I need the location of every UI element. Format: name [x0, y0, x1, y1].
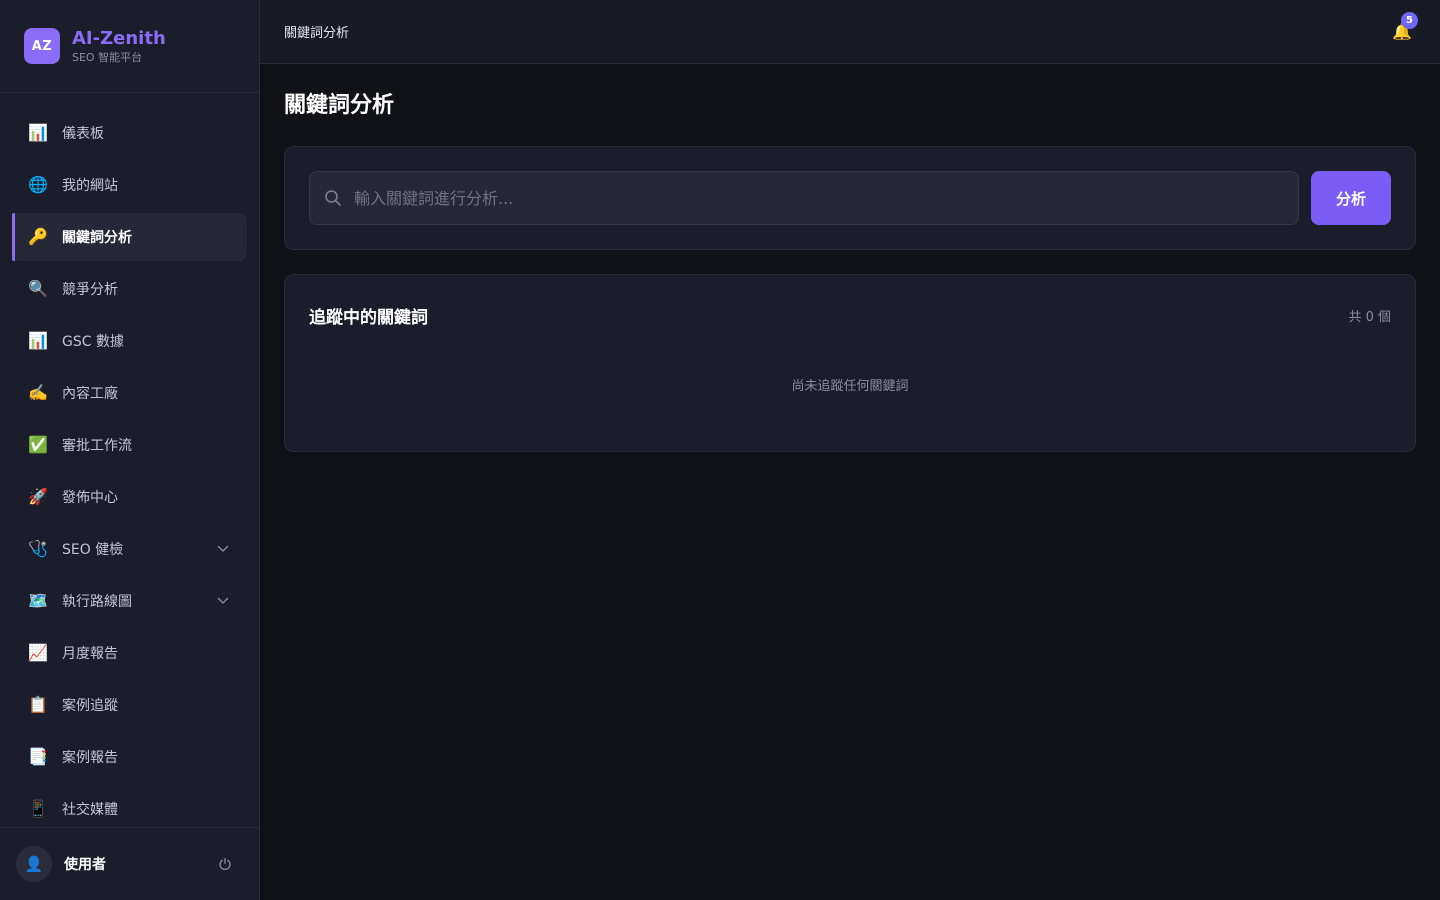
key-icon: 🔑	[28, 227, 48, 246]
brand-text: AI-Zenith SEO 智能平台	[72, 28, 166, 65]
tracked-header: 追蹤中的關鍵詞 共 0 個	[309, 275, 1391, 355]
empty-state-text: 尚未追蹤任何關鍵詞	[791, 379, 909, 394]
user-bar: 👤 使用者	[0, 827, 259, 900]
sidebar-item[interactable]: 📋 案例追蹤	[12, 681, 247, 729]
search-box[interactable]	[309, 171, 1299, 225]
sidebar-item-label: 案例報告	[62, 750, 118, 766]
main-area: 關鍵詞分析 🔔 5 關鍵詞分析 分析	[260, 0, 1440, 900]
notification-badge: 5	[1401, 11, 1418, 29]
sidebar-item-label: 社交媒體	[62, 802, 118, 818]
stethoscope-icon: 🩺	[28, 539, 48, 558]
topbar: 關鍵詞分析 🔔 5	[260, 0, 1440, 64]
rocket-icon: 🚀	[28, 487, 48, 506]
bookmark-tabs-icon: 📑	[28, 747, 48, 766]
breadcrumb: 關鍵詞分析	[284, 26, 350, 41]
brand-logo: AZ	[24, 28, 60, 64]
avatar[interactable]: 👤	[16, 846, 52, 882]
sidebar-item-label: GSC 數據	[62, 334, 124, 350]
notification-button[interactable]: 🔔 5	[1388, 11, 1418, 46]
sidebar-item-label: 內容工廠	[62, 386, 118, 402]
bar-chart-icon: 📊	[28, 331, 48, 350]
sidebar-item[interactable]: 📑 案例報告	[12, 733, 247, 781]
sidebar-item[interactable]: 🚀 發佈中心	[12, 473, 247, 521]
sidebar-item[interactable]: 🗺️ 執行路線圖	[12, 577, 247, 625]
sidebar-item[interactable]: ✅ 審批工作流	[12, 421, 247, 469]
sidebar-item-label: 審批工作流	[62, 438, 132, 454]
analyze-button[interactable]: 分析	[1311, 171, 1391, 225]
tracked-keywords-card: 追蹤中的關鍵詞 共 0 個 尚未追蹤任何關鍵詞	[284, 274, 1416, 452]
sidebar-item[interactable]: 🔑 關鍵詞分析	[12, 213, 247, 261]
writing-hand-icon: ✍️	[28, 383, 48, 402]
search-input[interactable]	[354, 188, 1284, 208]
clipboard-icon: 📋	[28, 695, 48, 714]
globe-icon: 🌐	[28, 175, 48, 194]
sidebar-nav: 📊 儀表板 🌐 我的網站 🔑 關鍵詞分析 🔍 競爭分析 📊 GSC 數據 ✍️ 內容工廠 ✅ 審批工作流 🚀…	[0, 93, 259, 827]
check-mark-icon: ✅	[28, 435, 48, 454]
sidebar-item[interactable]: 🌐 我的網站	[12, 161, 247, 209]
sidebar-item-label: 執行路線圖	[62, 594, 132, 610]
sidebar-item[interactable]: 📱 社交媒體	[12, 785, 247, 827]
search-icon	[324, 189, 342, 207]
sidebar-item[interactable]: 📊 儀表板	[12, 109, 247, 157]
sidebar-item[interactable]: ✍️ 內容工廠	[12, 369, 247, 417]
sidebar-item[interactable]: 📊 GSC 數據	[12, 317, 247, 365]
brand[interactable]: AZ AI-Zenith SEO 智能平台	[0, 0, 259, 93]
magnifier-icon: 🔍	[28, 279, 48, 298]
sidebar-item-label: 競爭分析	[62, 282, 118, 298]
sidebar-item-label: 月度報告	[62, 646, 118, 662]
sidebar: AZ AI-Zenith SEO 智能平台 📊 儀表板 🌐 我的網站 🔑 關鍵詞分析 🔍 競爭…	[0, 0, 260, 900]
app-root: AZ AI-Zenith SEO 智能平台 📊 儀表板 🌐 我的網站 🔑 關鍵詞分析 🔍 競爭…	[0, 0, 1440, 900]
sidebar-item-label: 案例追蹤	[62, 698, 118, 714]
search-card: 分析	[284, 146, 1416, 250]
sidebar-item-label: 儀表板	[62, 126, 104, 142]
tracked-count: 共 0 個	[1348, 309, 1391, 325]
sidebar-item-label: 關鍵詞分析	[62, 230, 132, 246]
page-content: 關鍵詞分析 分析 追蹤中的關鍵詞 共 0 個	[260, 64, 1440, 452]
tracked-title: 追蹤中的關鍵詞	[309, 307, 428, 328]
bar-chart-icon: 📊	[28, 123, 48, 142]
page-title: 關鍵詞分析	[284, 93, 395, 118]
sidebar-item-label: 發佈中心	[62, 490, 118, 506]
brand-name: AI-Zenith	[72, 27, 166, 49]
sidebar-item[interactable]: 🩺 SEO 健檢	[12, 525, 247, 573]
mobile-phone-icon: 📱	[28, 799, 48, 818]
map-icon: 🗺️	[28, 591, 48, 610]
brand-subtitle: SEO 智能平台	[72, 50, 143, 64]
sidebar-item[interactable]: 📈 月度報告	[12, 629, 247, 677]
user-name: 使用者	[64, 857, 106, 873]
sidebar-item-label: SEO 健檢	[62, 542, 124, 558]
chevron-down-icon[interactable]	[217, 543, 229, 555]
sidebar-item-label: 我的網站	[62, 178, 118, 194]
power-icon[interactable]	[215, 854, 235, 874]
chevron-down-icon[interactable]	[217, 595, 229, 607]
sidebar-item[interactable]: 🔍 競爭分析	[12, 265, 247, 313]
trending-chart-icon: 📈	[28, 643, 48, 662]
